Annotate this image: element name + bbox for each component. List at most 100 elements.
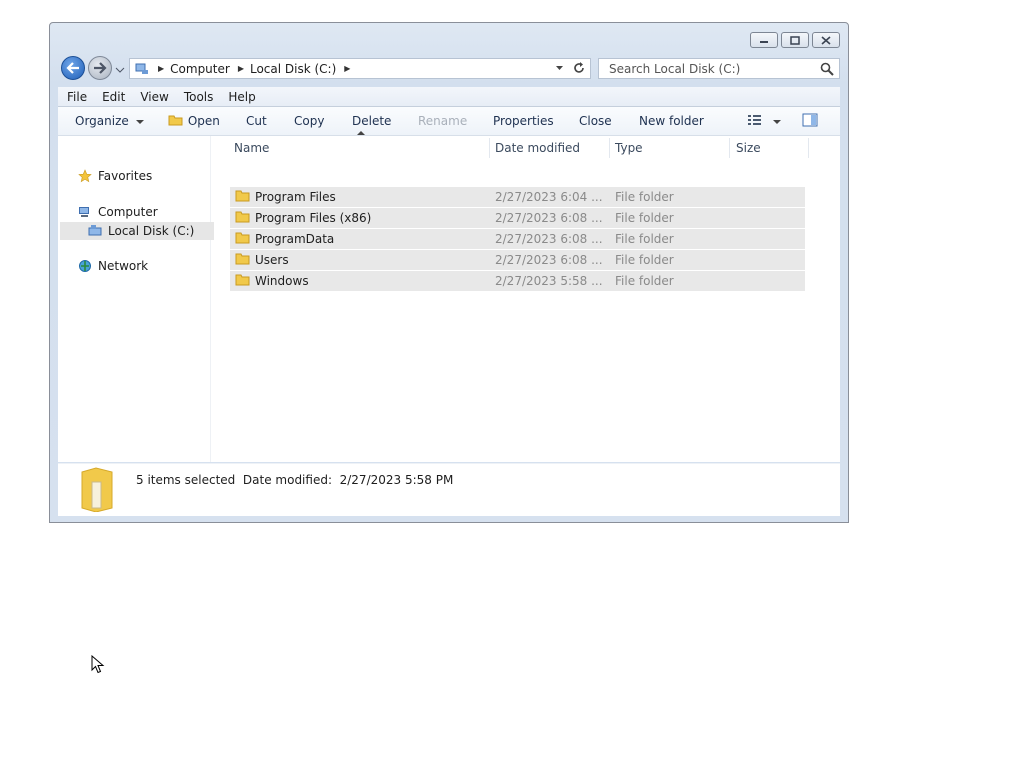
rename-button[interactable]: Rename (418, 114, 467, 128)
open-label: Open (187, 114, 220, 128)
nav-favorites[interactable]: Favorites (78, 169, 152, 183)
address-bar[interactable]: ▶ Computer ▶ Local Disk (C:) ▶ (129, 58, 591, 79)
close-button[interactable] (812, 32, 840, 48)
nav-computer[interactable]: Computer (78, 205, 158, 219)
nav-network[interactable]: Network (78, 259, 148, 273)
mouse-cursor-icon (91, 655, 105, 674)
recent-pages-dropdown[interactable] (115, 63, 125, 77)
network-icon (79, 260, 91, 272)
breadcrumb-separator: ▶ (237, 64, 244, 73)
chevron-down-icon (772, 120, 781, 124)
nav-favorites-label: Favorites (98, 169, 153, 183)
table-row[interactable]: ProgramData 2/27/2023 6:08 ... File fold… (230, 229, 805, 250)
computer-icon (79, 207, 89, 217)
menu-tools[interactable]: Tools (184, 90, 214, 104)
star-icon (78, 169, 92, 183)
file-name: ProgramData (255, 232, 335, 246)
column-divider (489, 138, 490, 158)
menu-edit[interactable]: Edit (102, 90, 125, 104)
delete-button[interactable]: Delete (352, 114, 391, 128)
details-text: 5 items selected Date modified: 2/27/202… (136, 473, 454, 487)
column-divider (609, 138, 610, 158)
breadcrumb-local-disk[interactable]: Local Disk (C:) (250, 62, 336, 76)
navigation-pane: Favorites Computer Local Disk (C:) Netwo… (58, 136, 214, 462)
column-size[interactable]: Size (736, 141, 761, 155)
file-date: 2/27/2023 6:08 ... (495, 232, 603, 246)
file-type: File folder (615, 211, 674, 225)
column-date-modified[interactable]: Date modified (495, 141, 580, 155)
view-list-icon (748, 115, 761, 125)
computer-icon (134, 62, 150, 76)
menu-file[interactable]: File (67, 90, 87, 104)
breadcrumb-separator: ▶ (344, 64, 351, 73)
new-folder-button[interactable]: New folder (639, 114, 704, 128)
column-headers: Name Date modified Type Size (230, 131, 809, 162)
table-row[interactable]: Windows 2/27/2023 5:58 ... File folder (230, 271, 805, 292)
search-icon[interactable] (820, 62, 834, 76)
drive-icon (88, 225, 102, 236)
breadcrumb-computer[interactable]: Computer (170, 62, 230, 76)
breadcrumb-separator: ▶ (158, 64, 165, 73)
open-button[interactable]: Open (168, 114, 220, 128)
command-bar: Organize Open Cut Copy Delete Rename Pro… (58, 107, 840, 136)
address-dropdown-icon[interactable] (555, 65, 564, 71)
file-name: Program Files (255, 190, 336, 204)
menu-view[interactable]: View (140, 90, 168, 104)
file-type: File folder (615, 232, 674, 246)
chevron-down-icon (115, 67, 125, 73)
organize-label: Organize (75, 114, 129, 128)
main-content: Favorites Computer Local Disk (C:) Netwo… (58, 131, 840, 462)
column-type[interactable]: Type (615, 141, 643, 155)
change-view-button[interactable] (747, 113, 781, 130)
preview-pane-button[interactable] (802, 113, 818, 130)
close-icon (821, 35, 831, 45)
table-row[interactable]: Program Files (x86) 2/27/2023 6:08 ... F… (230, 208, 805, 229)
table-row[interactable]: Program Files 2/27/2023 6:04 ... File fo… (230, 187, 805, 208)
copy-button[interactable]: Copy (294, 114, 324, 128)
column-divider (808, 138, 809, 158)
sort-ascending-icon (357, 131, 365, 135)
file-type: File folder (615, 274, 674, 288)
folder-icon (235, 232, 250, 244)
column-divider (729, 138, 730, 158)
folder-icon (235, 190, 250, 202)
nav-local-disk[interactable]: Local Disk (C:) (60, 222, 214, 240)
window-controls (750, 32, 840, 48)
folder-icon (235, 274, 250, 286)
arrow-right-icon (94, 62, 107, 74)
minimize-button[interactable] (750, 32, 778, 48)
file-date: 2/27/2023 6:08 ... (495, 253, 603, 267)
file-name: Program Files (x86) (255, 211, 372, 225)
search-placeholder: Search Local Disk (C:) (609, 61, 741, 76)
file-name: Windows (255, 274, 309, 288)
folder-large-icon (81, 467, 113, 512)
column-name[interactable]: Name (234, 141, 269, 155)
forward-button[interactable] (88, 56, 112, 80)
close-folder-button[interactable]: Close (579, 114, 612, 128)
nav-computer-label: Computer (98, 205, 158, 219)
organize-button[interactable]: Organize (75, 114, 144, 128)
folder-icon (235, 253, 250, 265)
file-name: Users (255, 253, 289, 267)
file-type: File folder (615, 190, 674, 204)
nav-network-label: Network (98, 259, 149, 273)
search-input[interactable]: Search Local Disk (C:) (598, 58, 840, 79)
file-date: 2/27/2023 6:04 ... (495, 190, 603, 204)
restore-button[interactable] (781, 32, 809, 48)
file-date: 2/27/2023 5:58 ... (495, 274, 603, 288)
arrow-left-icon (66, 62, 79, 74)
folder-open-icon (168, 115, 183, 126)
details-pane: 5 items selected Date modified: 2/27/202… (58, 463, 840, 516)
file-type: File folder (615, 253, 674, 267)
refresh-icon[interactable] (572, 61, 586, 75)
preview-pane-icon (802, 113, 818, 127)
properties-button[interactable]: Properties (493, 114, 554, 128)
cut-button[interactable]: Cut (246, 114, 267, 128)
table-row[interactable]: Users 2/27/2023 6:08 ... File folder (230, 250, 805, 271)
menu-help[interactable]: Help (228, 90, 255, 104)
file-date: 2/27/2023 6:08 ... (495, 211, 603, 225)
chevron-down-icon (135, 120, 144, 124)
file-list: Name Date modified Type Size Program Fil… (230, 131, 840, 462)
back-button[interactable] (61, 56, 85, 80)
minimize-icon (760, 41, 768, 43)
